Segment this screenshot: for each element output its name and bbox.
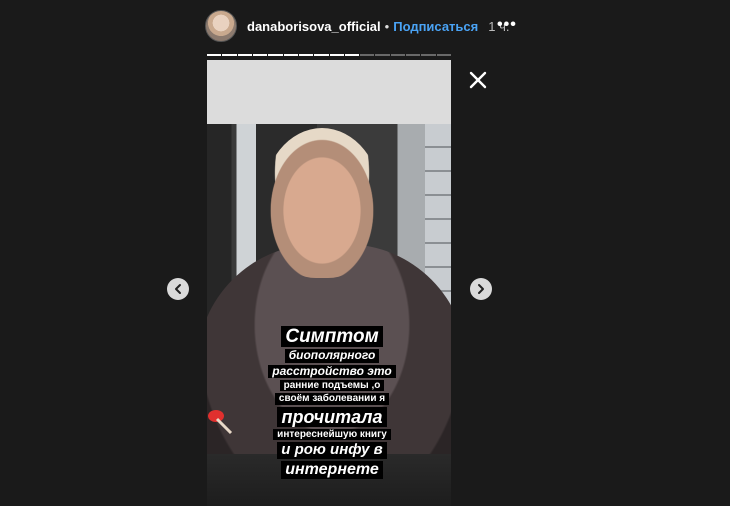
progress-segment bbox=[329, 54, 344, 56]
progress-segment bbox=[436, 54, 451, 56]
person-face bbox=[262, 128, 382, 278]
caption-line: биополярного bbox=[284, 348, 380, 363]
progress-segment bbox=[252, 54, 268, 56]
progress-segment bbox=[268, 54, 283, 56]
progress-segment bbox=[375, 54, 390, 56]
story-progress-bar bbox=[207, 54, 451, 56]
story-caption: Симптом биополярного расстройство это ра… bbox=[267, 326, 397, 479]
next-story-button[interactable] bbox=[470, 278, 492, 300]
progress-segment bbox=[406, 54, 421, 56]
chevron-right-icon bbox=[478, 284, 484, 294]
avatar[interactable] bbox=[205, 10, 237, 42]
progress-segment bbox=[298, 54, 314, 56]
previous-story-button[interactable] bbox=[167, 278, 189, 300]
progress-segment bbox=[421, 54, 436, 56]
chevron-left-icon bbox=[175, 284, 181, 294]
follow-button[interactable]: Подписаться bbox=[393, 19, 478, 34]
progress-segment bbox=[390, 54, 406, 56]
username-link[interactable]: danaborisova_official bbox=[247, 19, 381, 34]
progress-segment bbox=[314, 54, 329, 56]
progress-segment bbox=[222, 54, 237, 56]
caption-line: своём заболевании я bbox=[274, 393, 390, 405]
progress-segment bbox=[360, 54, 375, 56]
close-icon[interactable] bbox=[466, 68, 490, 92]
progress-segment bbox=[207, 54, 222, 56]
progress-segment bbox=[237, 54, 252, 56]
more-dots-icon[interactable]: ••• bbox=[497, 16, 517, 34]
caption-line: прочитала bbox=[277, 406, 387, 427]
story-frame[interactable]: Симптом биополярного расстройство это ра… bbox=[207, 60, 451, 506]
caption-line: и рою инфу в bbox=[277, 441, 387, 459]
separator-dot: • bbox=[384, 18, 390, 34]
red-pen bbox=[208, 410, 233, 435]
caption-line: интереснейшую книгу bbox=[273, 428, 391, 440]
caption-line: расстройство это bbox=[268, 364, 396, 379]
caption-line: ранние подъемы ,о bbox=[279, 380, 385, 392]
caption-line: интернете bbox=[281, 460, 383, 479]
caption-line: Симптом bbox=[281, 326, 383, 348]
progress-segment bbox=[283, 54, 298, 56]
story-header: danaborisova_official • Подписаться 1 ч. bbox=[205, 8, 509, 44]
progress-segment bbox=[344, 54, 360, 56]
story-top-band bbox=[207, 60, 451, 124]
